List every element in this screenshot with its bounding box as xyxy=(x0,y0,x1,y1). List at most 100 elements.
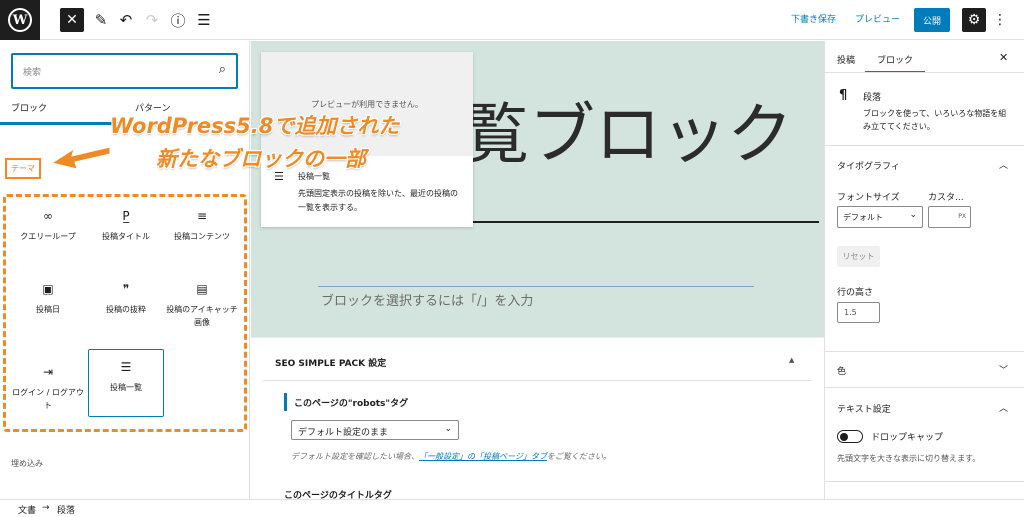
custom-size-label: カスタ... xyxy=(928,193,964,203)
close-inserter-button[interactable]: ✕ xyxy=(60,8,84,32)
settings-gear-icon[interactable]: ⚙ xyxy=(962,8,986,32)
annotation-line-2: 新たなブロックの一部 xyxy=(156,147,366,171)
paragraph-placeholder[interactable]: ブロックを選択するには「/」を入力 xyxy=(321,290,533,309)
more-options-icon[interactable]: ⋮ xyxy=(992,8,1008,32)
block-query-loop[interactable]: ∞ クエリーループ xyxy=(10,199,86,267)
drop-cap-label: ドロップキャップ xyxy=(871,433,944,443)
custom-font-size-input[interactable]: PX xyxy=(928,206,971,228)
paragraph-icon: ¶ xyxy=(839,88,848,103)
tab-post[interactable]: 投稿 xyxy=(837,53,855,66)
block-post-excerpt[interactable]: ❞ 投稿の抜粋 xyxy=(88,272,164,340)
metabox-divider xyxy=(263,380,811,381)
chevron-up-icon[interactable]: ︿ xyxy=(999,158,1008,171)
line-height-input[interactable]: 1.5 xyxy=(837,302,880,323)
undo-icon[interactable]: ↶ xyxy=(114,8,138,32)
preview-block-description: 先頭固定表示の投稿を除いた、最近の投稿の一覧を表示する。 xyxy=(298,189,458,212)
sidebar-divider xyxy=(825,481,1024,482)
list-view-icon[interactable]: ☰ xyxy=(192,8,216,32)
toggle-knob xyxy=(840,432,848,441)
block-label: 投稿一覧 xyxy=(110,383,142,392)
block-post-title[interactable]: P̲ 投稿タイトル xyxy=(88,199,164,267)
block-label: ログイン / ログアウト xyxy=(12,388,84,410)
robots-select[interactable]: デフォルト設定のまま ⌄ xyxy=(291,420,459,440)
breadcrumb-paragraph[interactable]: 段落 xyxy=(57,503,75,516)
color-panel-toggle[interactable]: 色 xyxy=(837,364,846,377)
general-settings-link[interactable]: 「一般設定」の「投稿ページ」タブ xyxy=(419,452,547,461)
post-excerpt-icon: ❞ xyxy=(122,282,130,296)
login-icon: ⇥ xyxy=(42,365,54,379)
block-label: クエリーループ xyxy=(20,232,76,241)
tab-blocks[interactable]: ブロック xyxy=(11,101,47,114)
block-card-name: 段落 xyxy=(863,93,882,103)
drop-cap-help: 先頭文字を大きな表示に切り替えます。 xyxy=(837,454,981,463)
field-accent-bar xyxy=(284,393,287,411)
breadcrumb-arrow-icon: → xyxy=(42,503,50,513)
paragraph-focus-line xyxy=(318,286,754,287)
info-icon[interactable]: ⓘ xyxy=(166,8,190,32)
robots-tag-label: このページの"robots"タグ xyxy=(294,399,409,409)
drop-cap-toggle[interactable] xyxy=(837,430,863,443)
block-login-logout[interactable]: ⇥ ログイン / ログアウト xyxy=(10,355,86,423)
block-label: 投稿タイトル xyxy=(102,232,150,241)
post-title-icon: P̲ xyxy=(122,209,130,223)
block-post-date[interactable]: ▣ 投稿日 xyxy=(10,272,86,340)
search-icon: ⌕ xyxy=(218,62,226,77)
wordpress-logo-icon: W xyxy=(8,8,32,32)
block-label: 投稿の抜粋 xyxy=(106,305,146,314)
category-label-embed: 埋め込み xyxy=(11,459,43,468)
breadcrumb-document[interactable]: 文書 xyxy=(18,503,36,516)
category-label-theme: テーマ xyxy=(5,158,41,179)
block-label: 投稿のアイキャッチ画像 xyxy=(166,305,238,327)
block-post-featured-image[interactable]: ▤ 投稿のアイキャッチ画像 xyxy=(164,272,240,340)
post-date-icon: ▣ xyxy=(42,282,54,296)
annotation-arrow-icon xyxy=(50,146,111,170)
typography-panel-toggle[interactable]: タイポグラフィ xyxy=(837,159,900,172)
line-height-label: 行の高さ xyxy=(837,288,874,298)
block-card-description: ブロックを使って、いろいろな物語を組み立ててください。 xyxy=(863,109,1007,131)
active-tab-indicator xyxy=(0,122,125,125)
wordpress-logo-button[interactable]: W xyxy=(0,0,40,40)
theme-blocks-grid: ∞ クエリーループ P̲ 投稿タイトル ≡ 投稿コンテンツ ▣ 投稿日 ❞ 投稿… xyxy=(3,194,247,432)
post-content-area: 覧ブロック ブロックを選択するには「/」を入力 プレビューが利用できません。 ☰… xyxy=(251,41,824,337)
tab-block[interactable]: ブロック xyxy=(877,53,913,66)
post-title-block[interactable]: 覧ブロック xyxy=(463,81,793,177)
help-suffix: をご覧ください。 xyxy=(546,452,611,461)
chevron-down-icon[interactable]: ﹀ xyxy=(999,363,1008,376)
block-breadcrumb: 文書 → 段落 xyxy=(0,499,1024,517)
help-prefix: デフォルト設定を確認したい場合、 xyxy=(291,452,419,461)
text-settings-panel-toggle[interactable]: テキスト設定 xyxy=(837,402,891,415)
chevron-down-icon: ⌄ xyxy=(444,424,452,434)
settings-sidebar: 投稿 ブロック ✕ ¶ 段落 ブロックを使って、いろいろな物語を組み立ててくださ… xyxy=(824,41,1024,499)
search-placeholder: 検索 xyxy=(23,68,42,78)
close-sidebar-icon[interactable]: ✕ xyxy=(999,51,1008,64)
featured-image-icon: ▤ xyxy=(196,282,208,296)
publish-button[interactable]: 公開 xyxy=(914,8,950,32)
redo-icon[interactable]: ↷ xyxy=(140,8,164,32)
save-draft-button[interactable]: 下書き保存 xyxy=(791,12,836,25)
sidebar-divider xyxy=(825,351,1024,352)
preview-button[interactable]: プレビュー xyxy=(855,12,900,25)
latest-posts-icon: ☰ xyxy=(120,360,132,374)
sidebar-divider xyxy=(825,145,1024,146)
post-content-icon: ≡ xyxy=(196,209,208,223)
robots-help-text: デフォルト設定を確認したい場合、「一般設定」の「投稿ページ」タブをご覧ください。 xyxy=(291,451,611,462)
pencil-tools-icon[interactable]: ✎ xyxy=(89,8,113,32)
annotation-line-1: WordPress5.8で追加された xyxy=(110,114,400,138)
chevron-up-icon[interactable]: ︿ xyxy=(999,401,1008,414)
font-size-select[interactable]: デフォルト ⌄ xyxy=(837,206,923,228)
chevron-down-icon: ⌄ xyxy=(909,210,917,220)
robots-selected-value: デフォルト設定のまま xyxy=(298,428,389,438)
top-toolbar: W ✕ ✎ ↶ ↷ ⓘ ☰ 下書き保存 プレビュー 公開 ⚙ ⋮ xyxy=(0,0,1024,40)
block-label: 投稿コンテンツ xyxy=(174,232,230,241)
reset-button[interactable]: リセット xyxy=(837,246,880,267)
font-size-label: フォントサイズ xyxy=(837,193,900,203)
block-search-input[interactable]: 検索 ⌕ xyxy=(11,53,238,89)
seo-metabox-title[interactable]: SEO SIMPLE PACK 設定 xyxy=(275,356,386,369)
preview-unavailable: プレビューが利用できません。 xyxy=(261,52,473,156)
block-latest-posts[interactable]: ☰ 投稿一覧 xyxy=(88,349,164,417)
query-loop-icon: ∞ xyxy=(43,209,53,223)
collapse-caret-icon[interactable]: ▲ xyxy=(789,356,794,364)
block-label: 投稿日 xyxy=(36,305,60,314)
sidebar-divider xyxy=(825,72,1024,73)
block-post-content[interactable]: ≡ 投稿コンテンツ xyxy=(164,199,240,267)
